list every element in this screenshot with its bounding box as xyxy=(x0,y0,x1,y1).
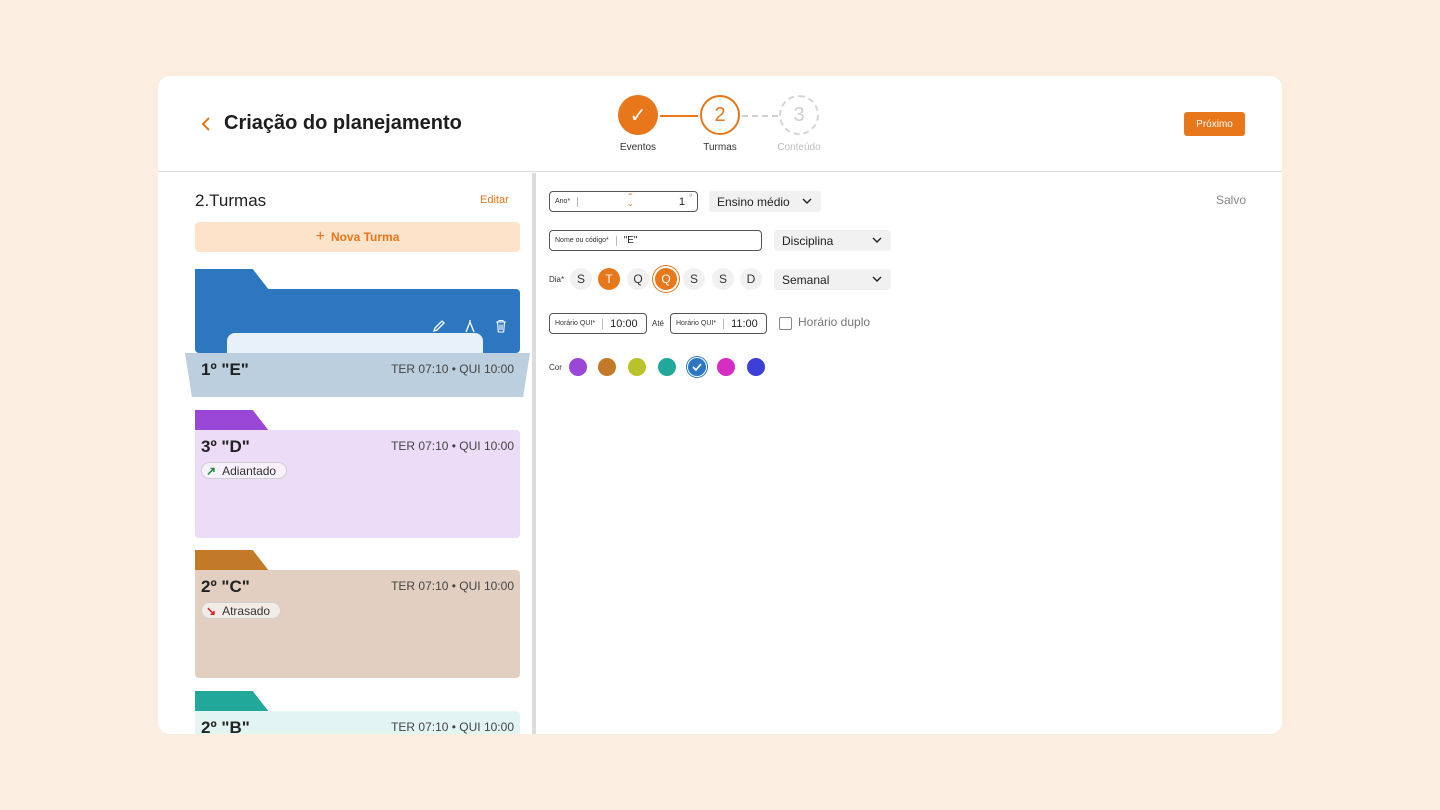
edit-link[interactable]: Editar xyxy=(480,194,509,206)
class-name: 1º "E" xyxy=(201,360,249,379)
step-connector xyxy=(742,115,778,117)
class-schedule: TER 07:10 • QUI 10:00 xyxy=(391,362,514,376)
day-toggle[interactable]: S xyxy=(570,268,592,290)
arrow-up-right-icon: ↗ xyxy=(206,463,217,478)
color-swatch-magenta[interactable] xyxy=(717,358,735,376)
page-title: Criação do planejamento xyxy=(224,112,462,134)
start-time-field[interactable]: Horário QUI* 10:00 xyxy=(549,313,647,334)
color-swatch-olive[interactable] xyxy=(628,358,646,376)
pencil-icon[interactable] xyxy=(431,318,447,334)
end-time-label: Horário QUI* xyxy=(676,320,717,327)
chevron-down-icon xyxy=(802,198,812,204)
frequency-select[interactable]: Semanal xyxy=(774,269,891,290)
year-label: Ano* xyxy=(555,198,571,205)
header: Criação do planejamento ✓ 2 3 Eventos Tu… xyxy=(158,76,1282,172)
end-time-field[interactable]: Horário QUI* 11:00 xyxy=(670,313,767,334)
folder-tab xyxy=(195,550,269,571)
year-suffix: º xyxy=(689,194,692,201)
next-button[interactable]: Próximo xyxy=(1184,112,1245,136)
status-label: Atrasado xyxy=(222,603,271,618)
class-name: 2º "B" xyxy=(201,718,250,734)
year-value: 1 xyxy=(678,195,685,208)
folder-tab xyxy=(195,691,269,712)
step-eventos-check-icon[interactable]: ✓ xyxy=(618,95,658,135)
folder-tab xyxy=(195,269,269,290)
day-toggle[interactable]: Q xyxy=(655,268,677,290)
class-folder[interactable]: 2º "C" TER 07:10 • QUI 10:00 ↘ Atrasado xyxy=(195,550,520,678)
plus-icon: + xyxy=(315,228,325,245)
stepper-arrows-icon[interactable]: ⌃ ⌄ xyxy=(627,193,634,208)
field-separator xyxy=(602,318,604,329)
until-label: Até xyxy=(652,319,665,328)
step-label-turmas: Turmas xyxy=(703,142,737,153)
level-value: Ensino médio xyxy=(717,194,790,209)
year-field[interactable]: Ano* ⌃ ⌄ 1 º xyxy=(549,191,698,212)
planning-card: Criação do planejamento ✓ 2 3 Eventos Tu… xyxy=(158,76,1282,734)
step-label-eventos: Eventos xyxy=(619,142,657,153)
arrow-down-right-icon: ↘ xyxy=(206,603,217,618)
check-icon xyxy=(692,363,702,372)
class-schedule: TER 07:10 • QUI 10:00 xyxy=(391,579,514,593)
status-badge: ↗ Adiantado xyxy=(201,462,288,479)
field-separator xyxy=(577,196,579,207)
day-toggle[interactable]: D xyxy=(740,268,762,290)
day-toggle[interactable]: T xyxy=(598,268,620,290)
class-name: 2º "C" xyxy=(201,577,250,596)
saved-status: Salvo xyxy=(1216,193,1247,207)
class-folder-selected[interactable]: 1º "E" TER 07:10 • QUI 10:00 xyxy=(185,269,530,399)
class-folder[interactable]: 2º "B" TER 07:10 • QUI 10:00 xyxy=(195,691,520,734)
chevron-down-icon xyxy=(872,276,882,282)
double-time-checkbox[interactable] xyxy=(779,317,792,330)
trash-icon[interactable] xyxy=(493,318,509,334)
frequency-value: Semanal xyxy=(782,272,830,287)
scrollbar[interactable] xyxy=(532,173,536,734)
double-time-label: Horário duplo xyxy=(798,315,871,329)
status-label: Adiantado xyxy=(222,463,277,478)
folder-tab xyxy=(195,410,269,431)
name-value: "E" xyxy=(623,235,638,246)
start-time-label: Horário QUI* xyxy=(555,320,596,327)
discipline-select[interactable]: Disciplina xyxy=(774,230,891,251)
field-separator xyxy=(615,235,617,246)
day-toggle[interactable]: S xyxy=(712,268,734,290)
chevron-left-icon[interactable] xyxy=(198,114,214,134)
day-toggle[interactable]: S xyxy=(683,268,705,290)
level-select[interactable]: Ensino médio xyxy=(709,191,821,212)
status-badge: ↘ Atrasado xyxy=(201,602,282,619)
step-turmas[interactable]: 2 xyxy=(700,95,740,135)
class-form: Salvo Ano* ⌃ ⌄ 1 º Ensino médio Nome ou c… xyxy=(537,173,1282,734)
color-swatch-blue-selected[interactable] xyxy=(688,358,706,376)
new-class-label: Nova Turma xyxy=(330,230,400,244)
compass-icon[interactable] xyxy=(462,318,478,334)
step-connector xyxy=(660,115,698,117)
color-swatch-brown[interactable] xyxy=(598,358,616,376)
classes-panel: 2.Turmas Editar + Nova Turma 1º "E" TER … xyxy=(158,173,532,734)
day-toggle[interactable]: Q xyxy=(627,268,649,290)
name-field[interactable]: Nome ou código* "E" xyxy=(549,230,762,251)
class-folder[interactable]: 3º "D" TER 07:10 • QUI 10:00 ↗ Adiantado xyxy=(195,410,520,538)
color-swatch-purple[interactable] xyxy=(569,358,587,376)
end-time-value: 11:00 xyxy=(731,317,758,330)
class-schedule: TER 07:10 • QUI 10:00 xyxy=(391,439,514,453)
field-separator xyxy=(723,318,725,329)
new-class-button[interactable]: + Nova Turma xyxy=(195,222,520,252)
section-title: 2.Turmas xyxy=(195,191,267,210)
class-schedule: TER 07:10 • QUI 10:00 xyxy=(391,720,514,734)
name-label: Nome ou código* xyxy=(555,237,609,244)
step-label-conteudo: Conteúdo xyxy=(777,142,821,153)
class-name: 3º "D" xyxy=(201,437,250,456)
discipline-value: Disciplina xyxy=(782,233,834,248)
day-label: Dia* xyxy=(549,275,565,284)
color-label: Cor xyxy=(549,363,562,372)
color-swatch-indigo[interactable] xyxy=(747,358,765,376)
color-swatch-teal[interactable] xyxy=(658,358,676,376)
chevron-down-icon xyxy=(872,237,882,243)
step-conteudo[interactable]: 3 xyxy=(779,95,819,135)
folder-paper xyxy=(227,333,483,353)
start-time-value: 10:00 xyxy=(610,317,638,330)
